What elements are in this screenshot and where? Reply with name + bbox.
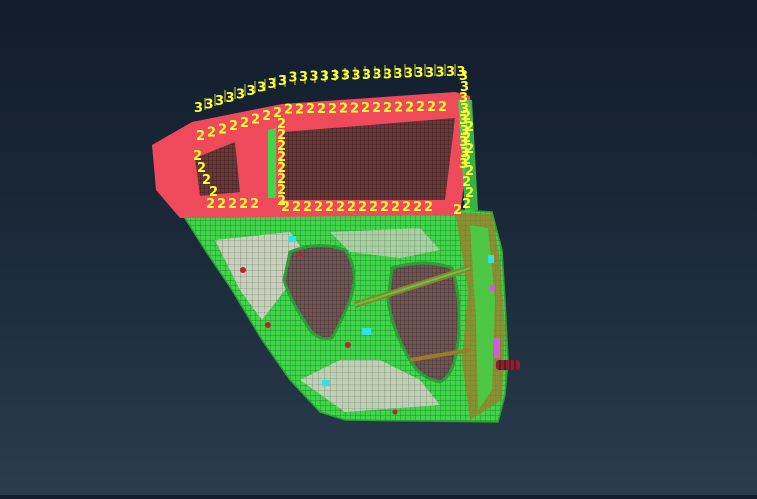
marker-label-3: 3 (247, 84, 256, 99)
marker-label-2: 2 (239, 197, 248, 212)
marker-label-2: 2 (240, 116, 249, 131)
marker-label-2: 2 (303, 200, 312, 215)
marker-label-3: 3 (236, 87, 245, 102)
marker-label-3: 3 (215, 94, 224, 109)
marker-label-3: 3 (194, 101, 203, 116)
marker-label-3: 3 (383, 67, 392, 82)
connector-cyan (322, 380, 330, 386)
marker-label-2: 2 (372, 101, 381, 116)
marker-label-3: 3 (205, 98, 214, 113)
marker-label-2: 2 (217, 197, 226, 212)
marker-label-2: 2 (228, 197, 237, 212)
marker-label-2: 2 (250, 197, 259, 212)
marker-label-2: 2 (427, 100, 436, 115)
marker-label-2: 2 (350, 101, 359, 116)
marker-label-3: 3 (299, 70, 308, 85)
marker-label-2: 2 (295, 102, 304, 117)
connector-cyan (488, 255, 494, 263)
marker-label-2: 2 (209, 185, 218, 200)
marker-label-3: 3 (352, 68, 361, 83)
marker-label-3: 3 (289, 70, 298, 85)
marker-label-2: 2 (218, 122, 227, 137)
marker-label-3: 3 (268, 77, 277, 92)
marker-label-2: 2 (196, 129, 205, 144)
marker-label-2: 2 (405, 100, 414, 115)
marker-label-2: 2 (383, 101, 392, 116)
connector-magenta (494, 338, 500, 358)
marker-label-3: 3 (404, 67, 413, 82)
marker-label-2: 2 (462, 197, 471, 212)
marker-label-2: 2 (453, 203, 462, 218)
marker-label-2: 2 (284, 103, 293, 118)
marker-label-3: 3 (226, 91, 235, 106)
marker-label-2: 2 (317, 102, 326, 117)
marker-label-2: 2 (292, 200, 301, 215)
marker-label-2: 2 (391, 200, 400, 215)
marker-label-3: 3 (425, 66, 434, 81)
marker-label-2: 2 (413, 200, 422, 215)
marker-label-2: 2 (339, 102, 348, 117)
marker-label-3: 3 (415, 66, 424, 81)
marker-label-3: 3 (394, 67, 403, 82)
connector-cyan (362, 328, 371, 335)
marker-label-2: 2 (262, 109, 271, 124)
marker-label-2: 2 (347, 200, 356, 215)
marker-label-2: 2 (361, 101, 370, 116)
marker-label-2: 2 (438, 100, 447, 115)
marker-label-2: 2 (424, 200, 433, 215)
fe-mesh-canvas[interactable]: 3 3 3 3 3 3 3 3 3 3 3 3 3 3 3 3 3 3 3 3 3 3 3 3 3 3333333333 2222… (0, 0, 757, 495)
marker-label-3: 3 (436, 66, 445, 81)
marker-label-3: 3 (331, 69, 340, 84)
marker-label-2: 2 (380, 200, 389, 215)
marker-label-3: 3 (446, 65, 455, 80)
glass-main (283, 118, 455, 200)
marker-label-3: 3 (373, 68, 382, 83)
connector-magenta (490, 285, 495, 291)
connector-cyan (288, 236, 296, 242)
marker-label-2: 2 (229, 119, 238, 134)
marker-label-3: 3 (341, 69, 350, 84)
marker-label-2: 2 (325, 200, 334, 215)
marker-label-2: 2 (277, 194, 286, 209)
marker-label-2: 2 (402, 200, 411, 215)
marker-label-2: 2 (358, 200, 367, 215)
marker-label-2: 2 (314, 200, 323, 215)
graphics-viewport[interactable]: 33333333333333333333333333333333333 2222… (0, 0, 757, 495)
marker-label-2: 2 (336, 200, 345, 215)
marker-label-2: 2 (394, 101, 403, 116)
marker-label-2: 2 (251, 113, 260, 128)
marker-label-3: 3 (362, 68, 371, 83)
marker-label-2: 2 (369, 200, 378, 215)
door-inner-panel[interactable] (181, 209, 520, 423)
marker-label-3: 3 (278, 74, 287, 89)
marker-label-2: 2 (416, 100, 425, 115)
marker-label-3: 3 (320, 69, 329, 84)
marker-label-3: 3 (257, 81, 266, 96)
marker-label-2: 2 (328, 102, 337, 117)
marker-label-2: 2 (306, 102, 315, 117)
marker-label-3: 3 (310, 70, 319, 85)
marker-label-2: 2 (207, 126, 216, 141)
